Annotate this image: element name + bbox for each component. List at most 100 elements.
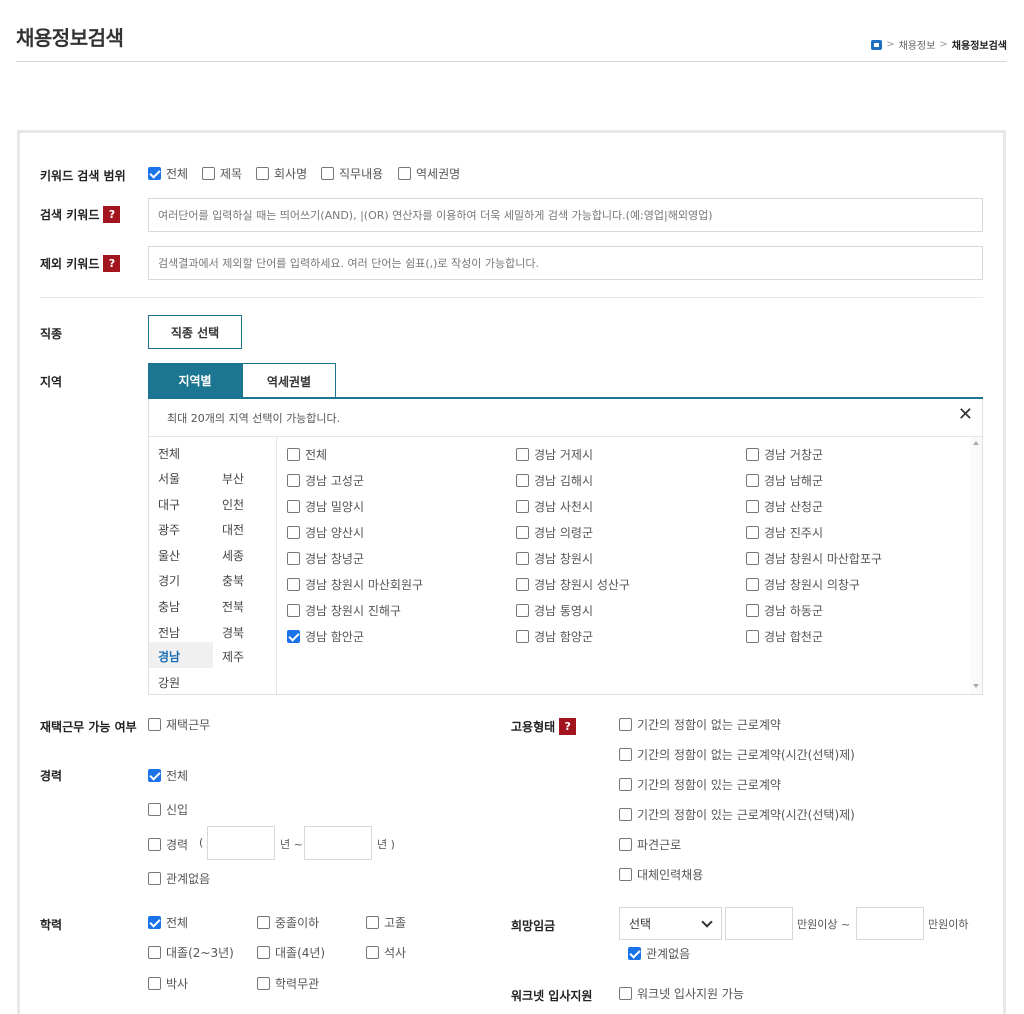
province-item[interactable]: 전북 xyxy=(222,598,244,615)
checkbox-icon[interactable] xyxy=(746,500,759,513)
career-all-checkbox[interactable]: 전체 xyxy=(148,767,188,784)
district-checkbox[interactable]: 경남 양산시 xyxy=(287,524,364,541)
checkbox-icon[interactable] xyxy=(746,448,759,461)
checkbox-icon[interactable] xyxy=(287,526,300,539)
checkbox-icon[interactable] xyxy=(619,838,632,851)
employment-type-checkbox[interactable]: 파견근로 xyxy=(619,836,681,853)
province-item[interactable]: 경북 xyxy=(222,624,244,641)
province-item[interactable]: 서울 xyxy=(158,470,180,487)
education-checkbox[interactable]: 학력무관 xyxy=(257,975,319,992)
checkbox-icon[interactable] xyxy=(628,947,641,960)
home-icon[interactable] xyxy=(871,39,883,50)
checkbox-icon[interactable] xyxy=(746,526,759,539)
district-checkbox[interactable]: 경남 거제시 xyxy=(516,446,593,463)
career-years-from-input[interactable] xyxy=(207,826,275,860)
district-checkbox[interactable]: 경남 함안군 xyxy=(287,628,364,645)
province-item[interactable]: 부산 xyxy=(222,470,244,487)
checkbox-icon[interactable] xyxy=(202,167,215,180)
checkbox-icon[interactable] xyxy=(287,448,300,461)
district-checkbox[interactable]: 전체 xyxy=(287,446,327,463)
career-any-checkbox[interactable]: 관계없음 xyxy=(148,870,210,887)
checkbox-icon[interactable] xyxy=(619,778,632,791)
education-checkbox[interactable]: 박사 xyxy=(148,975,188,992)
checkbox-icon[interactable] xyxy=(746,630,759,643)
checkbox-icon[interactable] xyxy=(287,552,300,565)
checkbox-icon[interactable] xyxy=(148,167,161,180)
remote-work-checkbox[interactable]: 재택근무 xyxy=(148,716,210,733)
scope-title-checkbox[interactable]: 제목 xyxy=(202,165,242,182)
district-checkbox[interactable]: 경남 진주시 xyxy=(746,524,823,541)
scope-all-checkbox[interactable]: 전체 xyxy=(148,165,188,182)
close-icon[interactable]: ✕ xyxy=(958,406,973,424)
checkbox-icon[interactable] xyxy=(516,552,529,565)
employment-type-checkbox[interactable]: 기간의 정함이 있는 근로계약 xyxy=(619,776,781,793)
help-icon[interactable]: ? xyxy=(559,718,577,735)
district-checkbox[interactable]: 경남 통영시 xyxy=(516,602,593,619)
checkbox-icon[interactable] xyxy=(148,946,161,959)
checkbox-icon[interactable] xyxy=(366,946,379,959)
tab-by-region[interactable]: 지역별 xyxy=(148,363,242,398)
checkbox-icon[interactable] xyxy=(287,578,300,591)
district-checkbox[interactable]: 경남 김해시 xyxy=(516,472,593,489)
district-checkbox[interactable]: 경남 창원시 의창구 xyxy=(746,576,860,593)
province-item[interactable]: 울산 xyxy=(158,547,180,564)
checkbox-icon[interactable] xyxy=(746,578,759,591)
checkbox-icon[interactable] xyxy=(257,946,270,959)
career-years-to-input[interactable] xyxy=(304,826,372,860)
education-checkbox[interactable]: 중졸이하 xyxy=(257,914,319,931)
district-checkbox[interactable]: 경남 밀양시 xyxy=(287,498,364,515)
education-checkbox[interactable]: 석사 xyxy=(366,944,406,961)
checkbox-icon[interactable] xyxy=(516,604,529,617)
scope-station-checkbox[interactable]: 역세권명 xyxy=(398,165,460,182)
employment-type-checkbox[interactable]: 기간의 정함이 없는 근로계약 xyxy=(619,716,781,733)
district-checkbox[interactable]: 경남 하동군 xyxy=(746,602,823,619)
district-checkbox[interactable]: 경남 산청군 xyxy=(746,498,823,515)
checkbox-icon[interactable] xyxy=(746,474,759,487)
education-checkbox[interactable]: 고졸 xyxy=(366,914,406,931)
district-scrollbar[interactable] xyxy=(970,437,982,694)
checkbox-icon[interactable] xyxy=(746,552,759,565)
checkbox-icon[interactable] xyxy=(516,474,529,487)
checkbox-icon[interactable] xyxy=(148,803,161,816)
province-item[interactable]: 대구 xyxy=(158,496,180,513)
scope-duty-checkbox[interactable]: 직무내용 xyxy=(321,165,383,182)
search-keyword-input[interactable] xyxy=(148,198,983,232)
help-icon[interactable]: ? xyxy=(103,255,121,272)
province-item[interactable]: 제주 xyxy=(222,648,244,665)
district-checkbox[interactable]: 경남 고성군 xyxy=(287,472,364,489)
checkbox-icon[interactable] xyxy=(619,718,632,731)
province-item[interactable]: 강원 xyxy=(158,674,180,691)
salary-min-input[interactable] xyxy=(725,907,793,940)
checkbox-icon[interactable] xyxy=(287,630,300,643)
province-item-selected[interactable]: 경남 xyxy=(149,642,213,668)
province-item[interactable]: 전체 xyxy=(158,445,180,462)
province-item[interactable]: 충북 xyxy=(222,572,244,589)
checkbox-icon[interactable] xyxy=(256,167,269,180)
scope-company-checkbox[interactable]: 회사명 xyxy=(256,165,307,182)
district-checkbox[interactable]: 경남 의령군 xyxy=(516,524,593,541)
checkbox-icon[interactable] xyxy=(148,769,161,782)
checkbox-icon[interactable] xyxy=(619,748,632,761)
tab-by-station[interactable]: 역세권별 xyxy=(242,363,336,398)
salary-no-matter-checkbox[interactable]: 관계없음 xyxy=(628,945,690,962)
checkbox-icon[interactable] xyxy=(257,916,270,929)
checkbox-icon[interactable] xyxy=(516,578,529,591)
checkbox-icon[interactable] xyxy=(287,604,300,617)
worknet-apply-checkbox[interactable]: 워크넷 입사지원 가능 xyxy=(619,985,744,1002)
checkbox-icon[interactable] xyxy=(148,718,161,731)
district-checkbox[interactable]: 경남 창원시 마산회원구 xyxy=(287,576,423,593)
scroll-down-icon[interactable] xyxy=(973,684,979,688)
checkbox-icon[interactable] xyxy=(746,604,759,617)
province-item[interactable]: 충남 xyxy=(158,598,180,615)
province-item[interactable]: 대전 xyxy=(222,521,244,538)
job-type-select-button[interactable]: 직종 선택 xyxy=(148,315,242,349)
scroll-up-icon[interactable] xyxy=(973,441,979,445)
district-checkbox[interactable]: 경남 함양군 xyxy=(516,628,593,645)
checkbox-icon[interactable] xyxy=(148,977,161,990)
checkbox-icon[interactable] xyxy=(321,167,334,180)
education-checkbox[interactable]: 전체 xyxy=(148,914,188,931)
employment-type-checkbox[interactable]: 기간의 정함이 없는 근로계약(시간(선택)제) xyxy=(619,746,855,763)
exclude-keyword-input[interactable] xyxy=(148,246,983,280)
employment-type-checkbox[interactable]: 대체인력채용 xyxy=(619,866,703,883)
checkbox-icon[interactable] xyxy=(619,987,632,1000)
